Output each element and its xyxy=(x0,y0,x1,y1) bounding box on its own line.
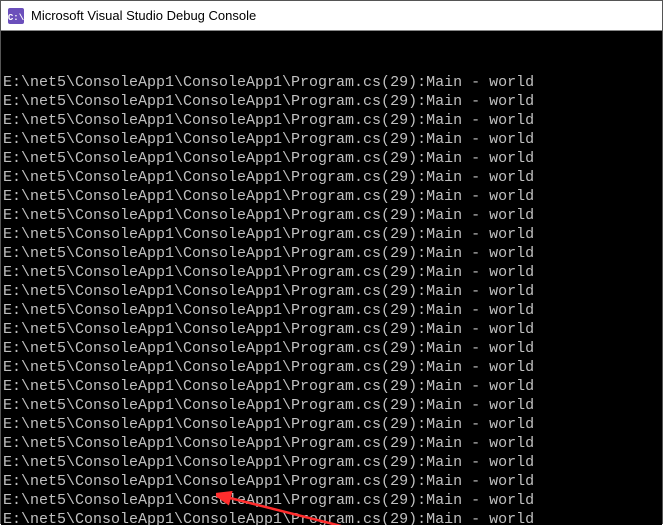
console-log-line: E:\net5\ConsoleApp1\ConsoleApp1\Program.… xyxy=(3,263,660,282)
vs-console-icon: C:\ xyxy=(7,7,25,25)
console-log-line: E:\net5\ConsoleApp1\ConsoleApp1\Program.… xyxy=(3,73,660,92)
console-log-line: E:\net5\ConsoleApp1\ConsoleApp1\Program.… xyxy=(3,491,660,510)
console-log-line: E:\net5\ConsoleApp1\ConsoleApp1\Program.… xyxy=(3,282,660,301)
console-log-line: E:\net5\ConsoleApp1\ConsoleApp1\Program.… xyxy=(3,377,660,396)
console-log-line: E:\net5\ConsoleApp1\ConsoleApp1\Program.… xyxy=(3,339,660,358)
console-log-line: E:\net5\ConsoleApp1\ConsoleApp1\Program.… xyxy=(3,472,660,491)
console-log-line: E:\net5\ConsoleApp1\ConsoleApp1\Program.… xyxy=(3,130,660,149)
window-title: Microsoft Visual Studio Debug Console xyxy=(31,8,256,23)
console-log-line: E:\net5\ConsoleApp1\ConsoleApp1\Program.… xyxy=(3,92,660,111)
console-log-line: E:\net5\ConsoleApp1\ConsoleApp1\Program.… xyxy=(3,187,660,206)
console-log-line: E:\net5\ConsoleApp1\ConsoleApp1\Program.… xyxy=(3,358,660,377)
console-log-line: E:\net5\ConsoleApp1\ConsoleApp1\Program.… xyxy=(3,225,660,244)
console-log-line: E:\net5\ConsoleApp1\ConsoleApp1\Program.… xyxy=(3,415,660,434)
console-log-line: E:\net5\ConsoleApp1\ConsoleApp1\Program.… xyxy=(3,301,660,320)
console-log-line: E:\net5\ConsoleApp1\ConsoleApp1\Program.… xyxy=(3,453,660,472)
console-log-line: E:\net5\ConsoleApp1\ConsoleApp1\Program.… xyxy=(3,434,660,453)
console-log-line: E:\net5\ConsoleApp1\ConsoleApp1\Program.… xyxy=(3,244,660,263)
window-titlebar[interactable]: C:\ Microsoft Visual Studio Debug Consol… xyxy=(1,1,662,31)
console-log-line: E:\net5\ConsoleApp1\ConsoleApp1\Program.… xyxy=(3,396,660,415)
console-log-line: E:\net5\ConsoleApp1\ConsoleApp1\Program.… xyxy=(3,168,660,187)
console-log-line: E:\net5\ConsoleApp1\ConsoleApp1\Program.… xyxy=(3,149,660,168)
console-output: E:\net5\ConsoleApp1\ConsoleApp1\Program.… xyxy=(1,31,662,525)
console-log-line: E:\net5\ConsoleApp1\ConsoleApp1\Program.… xyxy=(3,111,660,130)
console-log-line: E:\net5\ConsoleApp1\ConsoleApp1\Program.… xyxy=(3,206,660,225)
svg-text:C:\: C:\ xyxy=(8,13,24,23)
console-log-line: E:\net5\ConsoleApp1\ConsoleApp1\Program.… xyxy=(3,320,660,339)
console-log-line: E:\net5\ConsoleApp1\ConsoleApp1\Program.… xyxy=(3,510,660,525)
